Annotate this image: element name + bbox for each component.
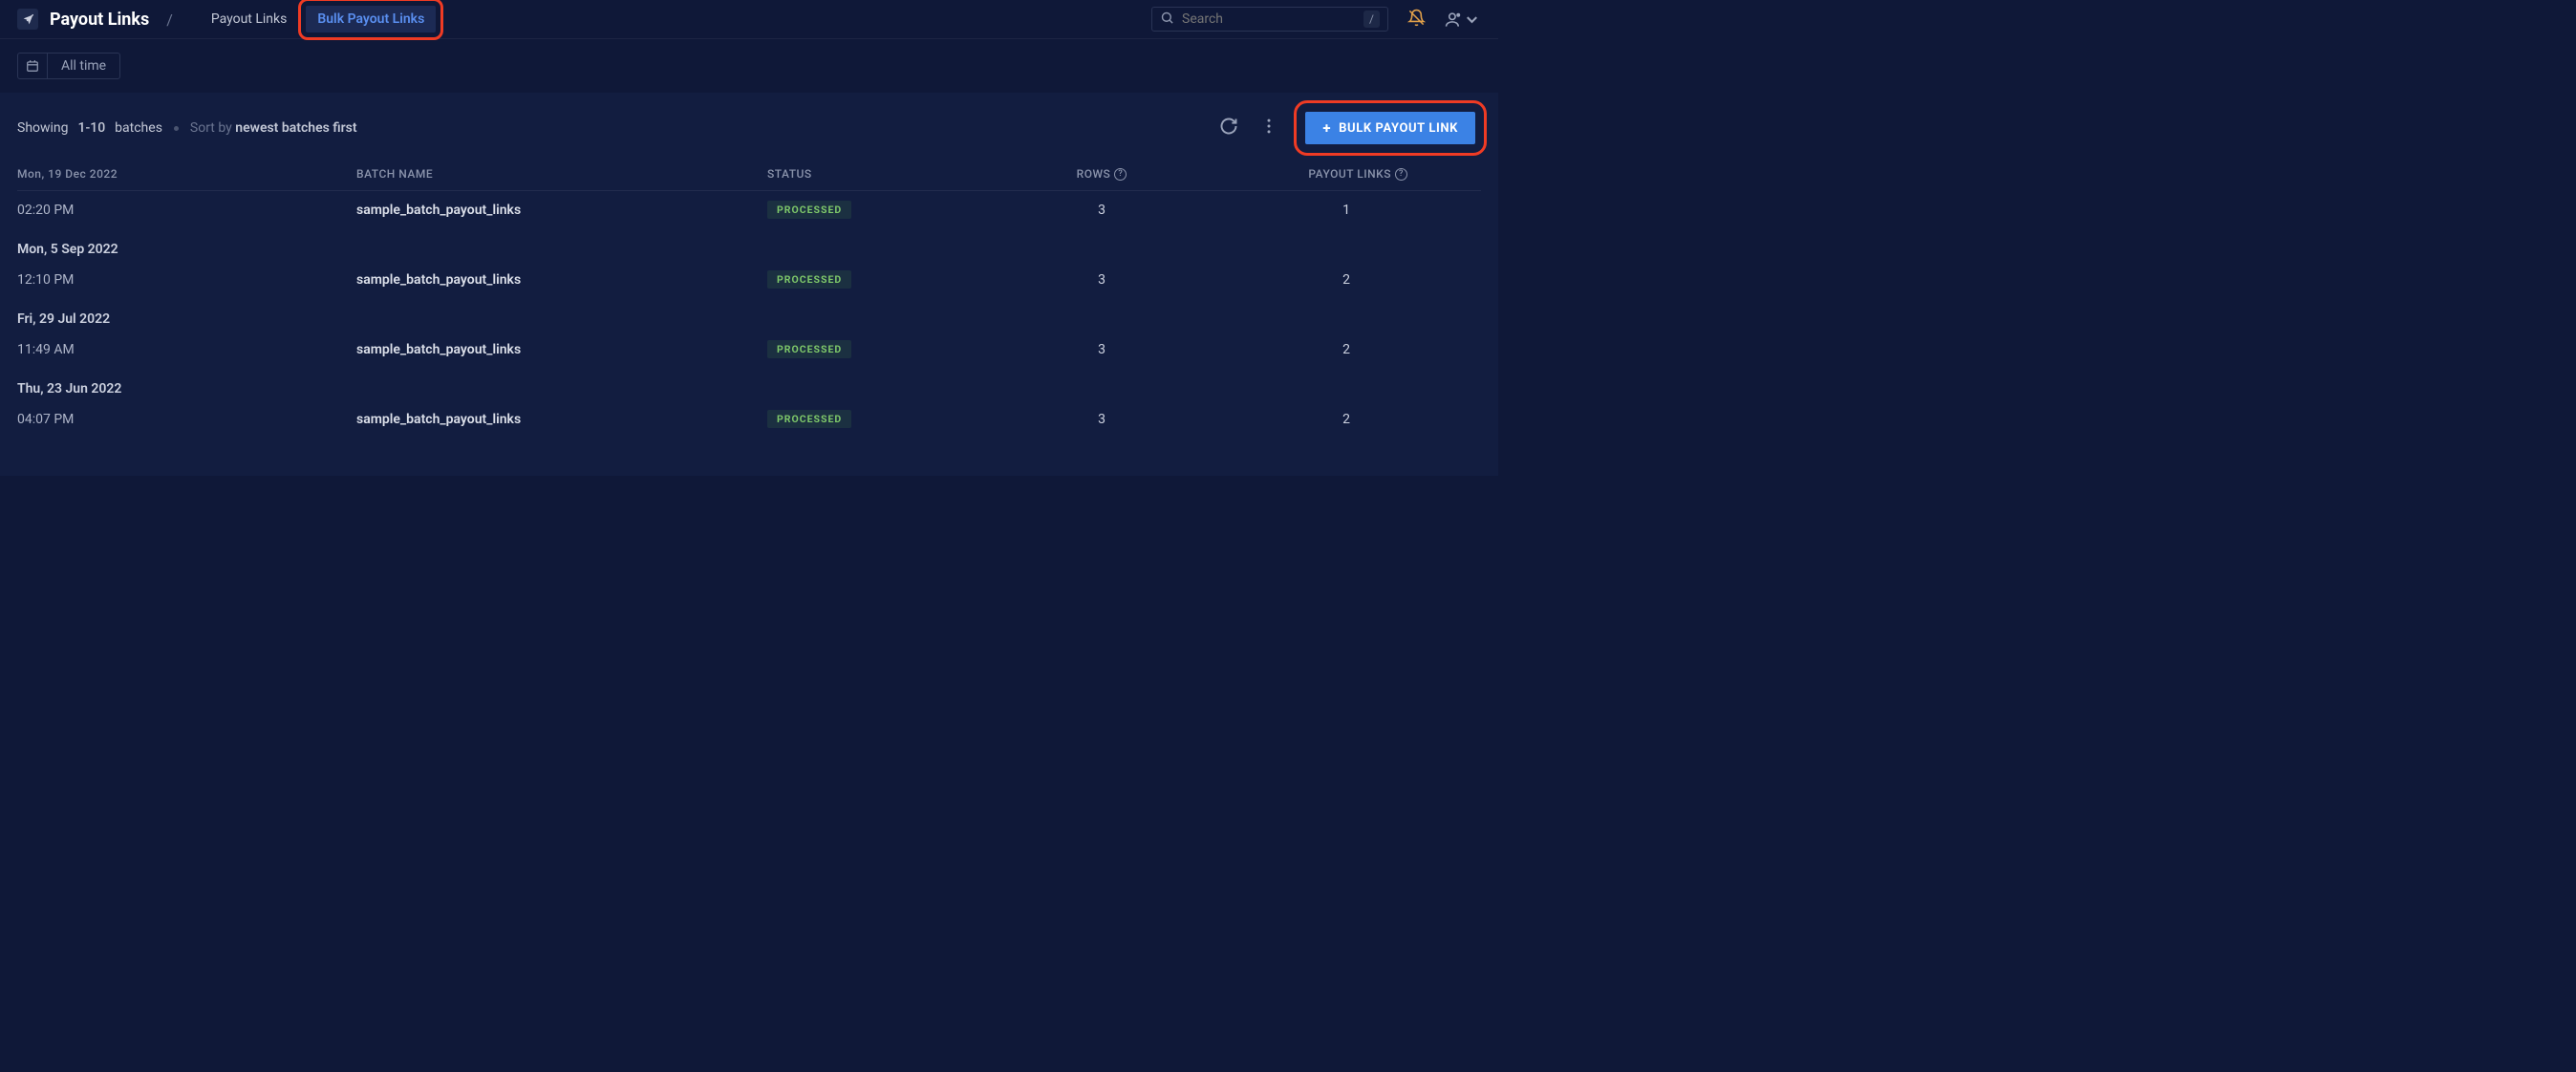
cell-rows: 3 [1006, 203, 1197, 218]
group-date-0: Mon, 19 Dec 2022 [17, 167, 356, 181]
primary-button-label: BULK PAYOUT LINK [1339, 121, 1458, 136]
cell-batch-name: sample_batch_payout_links [356, 272, 767, 288]
calendar-icon [18, 54, 48, 78]
separator-dot [174, 126, 179, 131]
cell-rows: 3 [1006, 342, 1197, 357]
cell-status: PROCESSED [767, 270, 1006, 289]
content: Mon, 19 Dec 2022 BATCH NAME STATUS ROWS?… [0, 150, 1498, 476]
status-badge: PROCESSED [767, 340, 851, 358]
page-title: Payout Links [50, 10, 149, 30]
tabs: Payout Links Bulk Payout Links [200, 6, 436, 32]
search-box[interactable]: / [1151, 7, 1388, 32]
refresh-button[interactable] [1219, 117, 1238, 139]
bulk-payout-link-button[interactable]: + BULK PAYOUT LINK [1305, 112, 1475, 144]
batches-label: batches [115, 120, 162, 136]
col-payout-links: PAYOUT LINKS? [1197, 167, 1407, 181]
sort-by-label: Sort by [190, 120, 235, 136]
cell-status: PROCESSED [767, 410, 1006, 428]
filters-bar: All time [0, 39, 1498, 93]
cell-time: 02:20 PM [17, 203, 356, 218]
table-row[interactable]: 12:10 PM sample_batch_payout_links PROCE… [17, 261, 1481, 298]
col-rows: ROWS? [1006, 167, 1197, 181]
cell-links: 2 [1197, 412, 1407, 427]
group-date-2: Fri, 29 Jul 2022 [17, 298, 1481, 331]
group-date-1: Mon, 5 Sep 2022 [17, 228, 1481, 261]
search-input[interactable] [1182, 11, 1363, 27]
date-filter[interactable]: All time [17, 53, 120, 79]
sort-control[interactable]: Sort by newest batches first [190, 120, 357, 136]
sort-value: newest batches first [235, 120, 356, 136]
table-row[interactable]: 02:20 PM sample_batch_payout_links PROCE… [17, 191, 1481, 228]
header: Payout Links / Payout Links Bulk Payout … [0, 0, 1498, 39]
cell-batch-name: sample_batch_payout_links [356, 342, 767, 357]
cell-status: PROCESSED [767, 201, 1006, 219]
help-icon[interactable]: ? [1114, 168, 1127, 181]
table-row[interactable]: 04:07 PM sample_batch_payout_links PROCE… [17, 400, 1481, 438]
col-status: STATUS [767, 167, 1006, 181]
cell-time: 11:49 AM [17, 342, 356, 357]
plus-icon: + [1322, 119, 1331, 137]
nav-arrow-icon[interactable] [17, 9, 38, 30]
cell-links: 2 [1197, 342, 1407, 357]
notifications-icon[interactable] [1407, 9, 1426, 31]
cell-rows: 3 [1006, 272, 1197, 288]
toolbar-right: + BULK PAYOUT LINK [1219, 106, 1481, 150]
more-menu-button[interactable] [1259, 117, 1278, 139]
table-header: Mon, 19 Dec 2022 BATCH NAME STATUS ROWS?… [17, 161, 1481, 191]
breadcrumb-separator: / [166, 11, 173, 29]
cell-time: 12:10 PM [17, 272, 356, 288]
user-menu[interactable] [1445, 11, 1481, 29]
tab-bulk-payout-links[interactable]: Bulk Payout Links [306, 6, 436, 32]
table-row[interactable]: 11:49 AM sample_batch_payout_links PROCE… [17, 331, 1481, 368]
header-right: / [1151, 7, 1481, 32]
help-icon[interactable]: ? [1395, 168, 1407, 181]
cell-batch-name: sample_batch_payout_links [356, 412, 767, 427]
cell-time: 04:07 PM [17, 412, 356, 427]
status-badge: PROCESSED [767, 270, 851, 289]
header-left: Payout Links / Payout Links Bulk Payout … [17, 6, 436, 32]
cell-rows: 3 [1006, 412, 1197, 427]
status-badge: PROCESSED [767, 410, 851, 428]
status-badge: PROCESSED [767, 201, 851, 219]
cell-batch-name: sample_batch_payout_links [356, 203, 767, 218]
range-text: 1-10 [75, 120, 110, 136]
date-filter-label: All time [48, 58, 119, 74]
col-batch-name: BATCH NAME [356, 167, 767, 181]
search-shortcut: / [1363, 11, 1380, 28]
toolbar: Showing 1-10 batches Sort by newest batc… [0, 93, 1498, 150]
toolbar-left: Showing 1-10 batches Sort by newest batc… [17, 120, 357, 136]
cell-status: PROCESSED [767, 340, 1006, 358]
search-icon [1160, 11, 1174, 29]
showing-label: Showing [17, 120, 69, 136]
cell-links: 1 [1197, 203, 1407, 218]
cell-links: 2 [1197, 272, 1407, 288]
tab-payout-links[interactable]: Payout Links [200, 6, 299, 32]
chevron-down-icon [1463, 11, 1481, 29]
group-date-3: Thu, 23 Jun 2022 [17, 368, 1481, 400]
